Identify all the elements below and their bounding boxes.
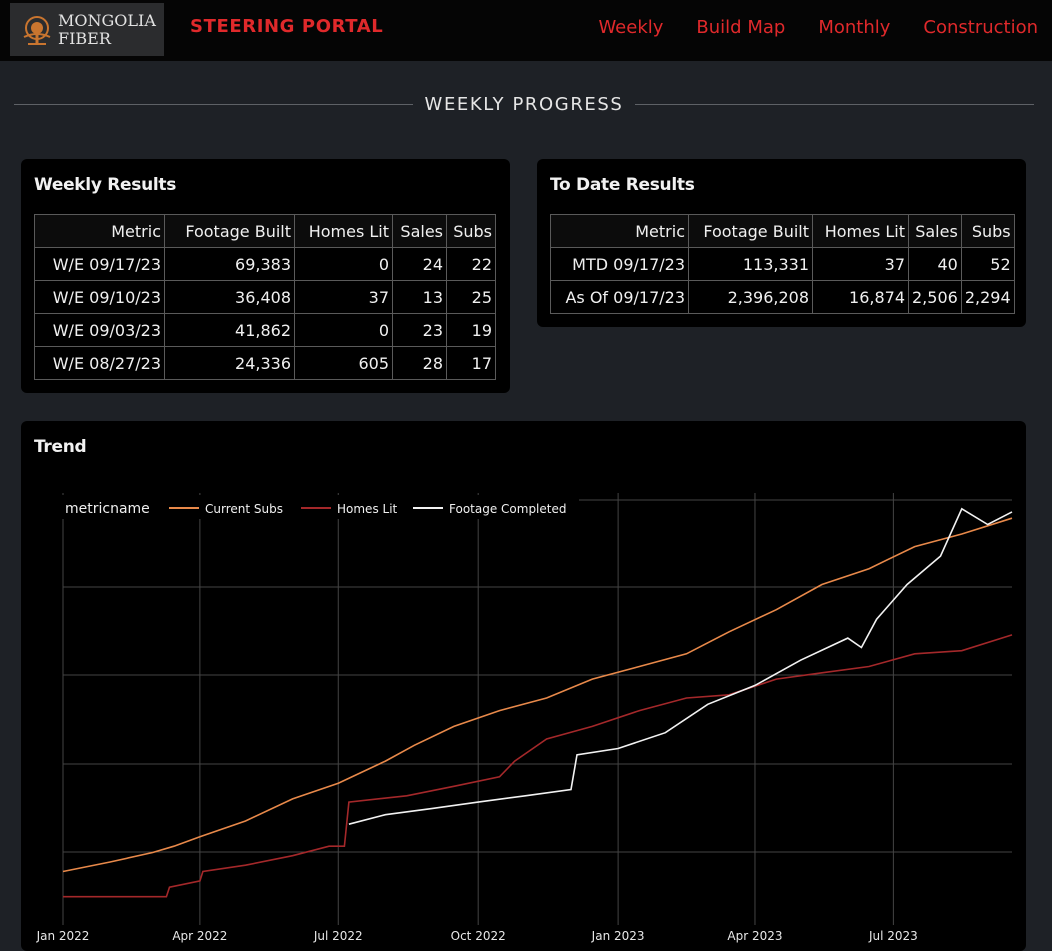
table-cell: 19 xyxy=(446,313,496,347)
table-row: W/E 08/27/23 24,336 605 28 17 xyxy=(34,346,496,380)
table-cell: As Of 09/17/23 xyxy=(550,280,689,314)
to-date-results-card: To Date Results Metric Footage Built Hom… xyxy=(537,159,1026,327)
table-cell: 24,336 xyxy=(164,346,295,380)
column-header: Sales xyxy=(392,214,447,248)
to-date-results-table: Metric Footage Built Homes Lit Sales Sub… xyxy=(550,214,1015,314)
column-header: Metric xyxy=(550,214,689,248)
table-cell: 0 xyxy=(294,313,393,347)
weekly-results-table: Metric Footage Built Homes Lit Sales Sub… xyxy=(34,214,496,380)
table-cell: 16,874 xyxy=(812,280,909,314)
table-cell: 28 xyxy=(392,346,447,380)
table-header-row: Metric Footage Built Homes Lit Sales Sub… xyxy=(34,214,496,248)
column-header: Metric xyxy=(34,214,165,248)
table-cell: W/E 08/27/23 xyxy=(34,346,165,380)
table-row: W/E 09/03/23 41,862 0 23 19 xyxy=(34,313,496,347)
nav-construction[interactable]: Construction xyxy=(923,17,1038,38)
x-tick-label: Jul 2022 xyxy=(313,929,363,943)
series-line-current-subs[interactable] xyxy=(62,517,1013,873)
table-cell: 24 xyxy=(392,247,447,281)
table-cell: 13 xyxy=(392,280,447,314)
table-cell: 22 xyxy=(446,247,496,281)
column-header: Homes Lit xyxy=(812,214,909,248)
table-cell: 41,862 xyxy=(164,313,295,347)
to-date-results-title: To Date Results xyxy=(550,175,695,195)
weekly-results-title: Weekly Results xyxy=(34,175,177,195)
table-cell: W/E 09/17/23 xyxy=(34,247,165,281)
brand-logo[interactable]: MONGOLIA FIBER xyxy=(10,3,164,56)
trend-chart[interactable]: Jan 2022 Apr 2022 Jul 2022 Oct 2022 Jan 2023… xyxy=(21,421,1026,944)
table-cell: 69,383 xyxy=(164,247,295,281)
column-header: Sales xyxy=(908,214,962,248)
x-tick-label: Jul 2023 xyxy=(868,929,918,943)
table-cell: 37 xyxy=(812,247,909,281)
table-cell: 52 xyxy=(960,247,1015,281)
table-cell: 2,506 xyxy=(908,280,962,314)
table-cell: 17 xyxy=(446,346,496,380)
legend-label[interactable]: Footage Completed xyxy=(449,502,566,516)
section-title: WEEKLY PROGRESS xyxy=(424,93,624,115)
column-header: Homes Lit xyxy=(294,214,393,248)
table-cell: 605 xyxy=(294,346,393,380)
legend-label[interactable]: Current Subs xyxy=(205,502,283,516)
x-tick-label: Jan 2022 xyxy=(36,929,90,943)
table-cell: 113,331 xyxy=(688,247,813,281)
legend-title: metricname xyxy=(65,501,150,517)
main-nav: Weekly Build Map Monthly Construction xyxy=(598,17,1038,38)
table-cell: MTD 09/17/23 xyxy=(550,247,689,281)
column-header: Footage Built xyxy=(688,214,813,248)
x-tick-label: Oct 2022 xyxy=(451,929,506,943)
nav-monthly[interactable]: Monthly xyxy=(818,17,890,38)
heading-rule-right xyxy=(635,103,1035,105)
column-header: Subs xyxy=(960,214,1015,248)
portal-title: STEERING PORTAL xyxy=(190,16,384,37)
section-heading: WEEKLY PROGRESS xyxy=(14,92,1035,116)
nav-weekly[interactable]: Weekly xyxy=(598,17,663,38)
table-cell: W/E 09/03/23 xyxy=(34,313,165,347)
logo-text-line1: MONGOLIA xyxy=(58,10,156,30)
logo-text-line2: FIBER xyxy=(58,28,111,48)
table-cell: 2,294 xyxy=(960,280,1015,314)
table-cell: 40 xyxy=(908,247,962,281)
series-line-homes-lit[interactable] xyxy=(63,634,1013,898)
column-header: Subs xyxy=(446,214,496,248)
legend-label[interactable]: Homes Lit xyxy=(337,502,398,516)
table-cell: 37 xyxy=(294,280,393,314)
table-cell: 36,408 xyxy=(164,280,295,314)
table-cell: W/E 09/10/23 xyxy=(34,280,165,314)
heading-rule-left xyxy=(14,103,413,105)
table-cell: 0 xyxy=(294,247,393,281)
x-tick-label: Jan 2023 xyxy=(591,929,645,943)
table-row: W/E 09/17/23 69,383 0 24 22 xyxy=(34,247,496,281)
table-cell: 23 xyxy=(392,313,447,347)
table-row: MTD 09/17/23 113,331 37 40 52 xyxy=(550,247,1015,281)
chart-legend: metricname Current Subs Homes Lit Footage C… xyxy=(59,495,579,519)
nav-build-map[interactable]: Build Map xyxy=(696,17,785,38)
column-header: Footage Built xyxy=(164,214,295,248)
table-row: W/E 09/10/23 36,408 37 13 25 xyxy=(34,280,496,314)
series-line-footage-completed[interactable] xyxy=(348,507,1013,825)
trend-card: Trend Jan 2022 Apr 2022 Jul 2022 Oct 2022 Ja… xyxy=(21,421,1026,951)
weekly-results-card: Weekly Results Metric Footage Built Home… xyxy=(21,159,510,393)
x-tick-label: Apr 2023 xyxy=(727,929,782,943)
sun-tree-logo-icon xyxy=(23,15,51,45)
top-navbar: MONGOLIA FIBER STEERING PORTAL Weekly Bu… xyxy=(0,0,1052,61)
table-cell: 2,396,208 xyxy=(688,280,813,314)
table-header-row: Metric Footage Built Homes Lit Sales Sub… xyxy=(550,214,1015,248)
table-row: As Of 09/17/23 2,396,208 16,874 2,506 2,… xyxy=(550,280,1015,314)
table-cell: 25 xyxy=(446,280,496,314)
x-tick-label: Apr 2022 xyxy=(172,929,227,943)
